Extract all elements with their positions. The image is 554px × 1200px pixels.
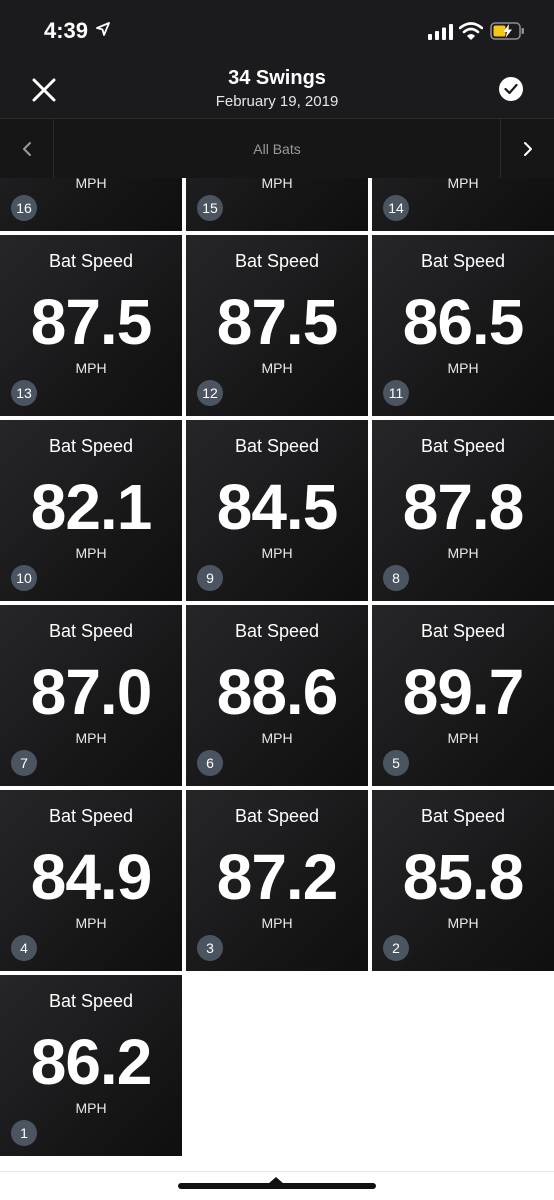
battery-charging-icon xyxy=(490,22,524,40)
swing-number-badge: 5 xyxy=(383,750,409,776)
tile-title: Bat Speed xyxy=(48,436,134,456)
swing-tile[interactable]: Bat Speed 87.5 MPH 12 xyxy=(186,235,368,416)
swing-tile[interactable]: Bat Speed 82.1 MPH 10 xyxy=(0,420,182,601)
swing-number-badge: 4 xyxy=(11,935,37,961)
swing-grid: MPH 16 MPH 15 MPH 14 Bat Speed 87.5 MPH … xyxy=(0,178,554,1156)
bat-speed-value: 82.1 xyxy=(30,471,153,543)
done-button[interactable] xyxy=(499,77,523,101)
tile-unit: MPH xyxy=(75,1100,107,1116)
tile-title: Bat Speed xyxy=(234,251,320,271)
bat-speed-value: 84.5 xyxy=(216,471,339,543)
swing-number-badge: 1 xyxy=(11,1120,37,1146)
swing-tile[interactable]: MPH 14 xyxy=(372,178,554,231)
swing-number-badge: 14 xyxy=(383,195,409,221)
bat-speed-value: 86.2 xyxy=(30,1026,153,1098)
swing-number-badge: 12 xyxy=(197,380,223,406)
nav-bar: 34 Swings February 19, 2019 xyxy=(0,62,554,118)
tile-title: Bat Speed xyxy=(420,806,506,826)
bat-speed-value: 87.2 xyxy=(216,841,339,913)
tile-unit: MPH xyxy=(261,730,293,746)
swing-number-badge: 9 xyxy=(197,565,223,591)
bat-speed-value: 84.9 xyxy=(30,841,153,913)
tile-unit: MPH xyxy=(75,915,107,931)
tile-title: Bat Speed xyxy=(234,621,320,641)
tile-title: Bat Speed xyxy=(48,991,134,1011)
tile-unit: MPH xyxy=(447,915,479,931)
tile-unit: MPH xyxy=(75,178,107,191)
swing-number-badge: 16 xyxy=(11,195,37,221)
tile-unit: MPH xyxy=(447,730,479,746)
tile-unit: MPH xyxy=(447,545,479,561)
bat-filter-label[interactable]: All Bats xyxy=(54,141,500,157)
swing-tile[interactable]: MPH 15 xyxy=(186,178,368,231)
tile-unit: MPH xyxy=(75,360,107,376)
swing-tile[interactable]: Bat Speed 87.0 MPH 7 xyxy=(0,605,182,786)
divider xyxy=(0,1171,554,1172)
tile-title: Bat Speed xyxy=(48,621,134,641)
cellular-signal-icon xyxy=(428,24,453,40)
tile-title: Bat Speed xyxy=(234,806,320,826)
swing-tile[interactable]: Bat Speed 85.8 MPH 2 xyxy=(372,790,554,971)
tile-unit: MPH xyxy=(261,178,293,191)
bat-filter-bar: All Bats xyxy=(0,118,554,178)
bat-speed-value: 85.8 xyxy=(402,841,525,913)
bat-speed-value: 87.0 xyxy=(30,656,153,728)
swing-number-badge: 13 xyxy=(11,380,37,406)
bottom-bar xyxy=(0,1156,554,1200)
swing-number-badge: 7 xyxy=(11,750,37,776)
tile-unit: MPH xyxy=(75,730,107,746)
chevron-right-icon xyxy=(524,142,532,156)
tile-unit: MPH xyxy=(261,915,293,931)
swing-number-badge: 15 xyxy=(197,195,223,221)
bat-speed-value: 87.5 xyxy=(30,286,153,358)
swing-tile[interactable]: Bat Speed 87.2 MPH 3 xyxy=(186,790,368,971)
swing-tile[interactable]: Bat Speed 87.5 MPH 13 xyxy=(0,235,182,416)
swing-tile[interactable]: Bat Speed 89.7 MPH 5 xyxy=(372,605,554,786)
swing-tile[interactable]: Bat Speed 86.5 MPH 11 xyxy=(372,235,554,416)
swing-tile[interactable]: MPH 16 xyxy=(0,178,182,231)
tile-unit: MPH xyxy=(261,360,293,376)
tile-title: Bat Speed xyxy=(420,621,506,641)
swing-number-badge: 3 xyxy=(197,935,223,961)
swing-tile[interactable]: Bat Speed 84.9 MPH 4 xyxy=(0,790,182,971)
bat-speed-value: 86.5 xyxy=(402,286,525,358)
swing-number-badge: 11 xyxy=(383,380,409,406)
page-subtitle: February 19, 2019 xyxy=(215,93,339,110)
bat-speed-value: 88.6 xyxy=(216,656,339,728)
tile-title: Bat Speed xyxy=(234,436,320,456)
bat-speed-value: 89.7 xyxy=(402,656,525,728)
swing-number-badge: 8 xyxy=(383,565,409,591)
chevron-left-icon xyxy=(23,142,31,156)
swing-number-badge: 2 xyxy=(383,935,409,961)
tile-title: Bat Speed xyxy=(420,436,506,456)
page-title: 34 Swings xyxy=(228,67,326,89)
location-arrow-icon xyxy=(96,22,110,36)
swing-tile[interactable]: Bat Speed 84.5 MPH 9 xyxy=(186,420,368,601)
swing-tile[interactable]: Bat Speed 87.8 MPH 8 xyxy=(372,420,554,601)
tile-title: Bat Speed xyxy=(420,251,506,271)
swing-tile[interactable]: Bat Speed 86.2 MPH 1 xyxy=(0,975,182,1156)
swing-tile[interactable]: Bat Speed 88.6 MPH 6 xyxy=(186,605,368,786)
bat-speed-value: 87.8 xyxy=(402,471,525,543)
tile-unit: MPH xyxy=(261,545,293,561)
bat-speed-value: 87.5 xyxy=(216,286,339,358)
tile-unit: MPH xyxy=(447,360,479,376)
tile-title: Bat Speed xyxy=(48,806,134,826)
checkmark-icon xyxy=(504,83,518,95)
tile-unit: MPH xyxy=(75,545,107,561)
tile-title: Bat Speed xyxy=(48,251,134,271)
previous-bat-button[interactable] xyxy=(0,119,54,178)
home-indicator[interactable] xyxy=(178,1183,376,1189)
swing-number-badge: 10 xyxy=(11,565,37,591)
next-bat-button[interactable] xyxy=(500,119,554,178)
swing-number-badge: 6 xyxy=(197,750,223,776)
status-time: 4:39 xyxy=(44,18,89,43)
wifi-icon xyxy=(459,22,483,40)
tile-unit: MPH xyxy=(447,178,479,191)
status-bar: 4:39 xyxy=(0,0,554,62)
